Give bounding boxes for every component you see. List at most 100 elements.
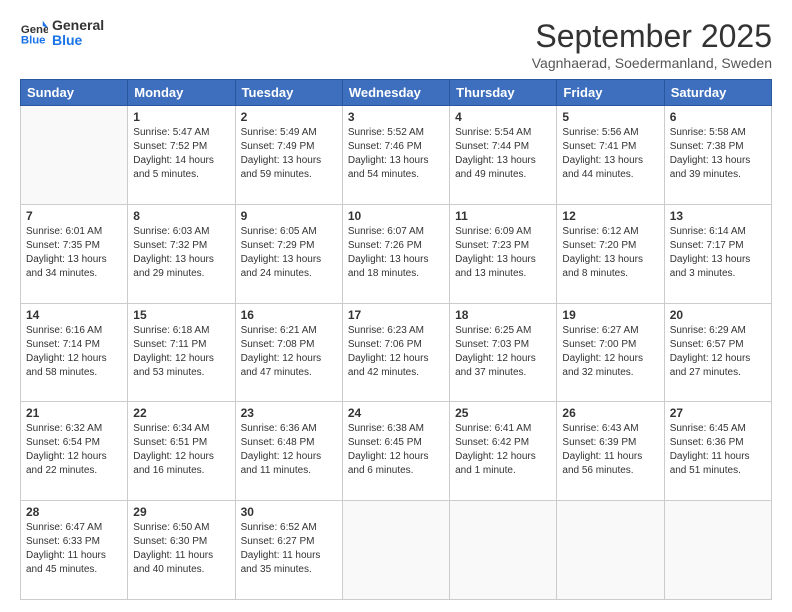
- day-number: 12: [562, 209, 658, 223]
- weekday-header-tuesday: Tuesday: [235, 80, 342, 106]
- day-cell: 11 Sunrise: 6:09 AM Sunset: 7:23 PM Dayli…: [450, 204, 557, 303]
- location: Vagnhaerad, Soedermanland, Sweden: [532, 55, 772, 71]
- weekday-header-sunday: Sunday: [21, 80, 128, 106]
- svg-text:Blue: Blue: [21, 35, 46, 47]
- day-info: Sunrise: 6:03 AM Sunset: 7:32 PM Dayligh…: [133, 225, 229, 281]
- day-info: Sunrise: 6:16 AM Sunset: 7:14 PM Dayligh…: [26, 324, 122, 380]
- day-number: 4: [455, 110, 551, 124]
- day-cell: 19 Sunrise: 6:27 AM Sunset: 7:00 PM Dayli…: [557, 303, 664, 402]
- weekday-header-friday: Friday: [557, 80, 664, 106]
- day-number: 21: [26, 406, 122, 420]
- week-row-1: 1Sunrise: 5:47 AM Sunset: 7:52 PM Daylig…: [21, 106, 772, 205]
- day-info: Sunrise: 6:27 AM Sunset: 7:00 PM Dayligh…: [562, 324, 658, 380]
- day-cell: 22 Sunrise: 6:34 AM Sunset: 6:51 PM Dayli…: [128, 402, 235, 501]
- day-info: Sunrise: 6:32 AM Sunset: 6:54 PM Dayligh…: [26, 422, 122, 478]
- day-cell: 7 Sunrise: 6:01 AM Sunset: 7:35 PM Daylig…: [21, 204, 128, 303]
- day-cell: 10Sunrise: 6:07 AM Sunset: 7:26 PM Dayli…: [342, 204, 449, 303]
- day-cell: 3 Sunrise: 5:52 AM Sunset: 7:46 PM Daylig…: [342, 106, 449, 205]
- day-info: Sunrise: 6:52 AM Sunset: 6:27 PM Dayligh…: [241, 521, 337, 577]
- day-info: Sunrise: 6:47 AM Sunset: 6:33 PM Dayligh…: [26, 521, 122, 577]
- day-cell: 5Sunrise: 5:56 AM Sunset: 7:41 PM Daylig…: [557, 106, 664, 205]
- day-number: 20: [670, 308, 766, 322]
- weekday-header-saturday: Saturday: [664, 80, 771, 106]
- week-row-3: 14 Sunrise: 6:16 AM Sunset: 7:14 PM Dayli…: [21, 303, 772, 402]
- day-info: Sunrise: 6:38 AM Sunset: 6:45 PM Dayligh…: [348, 422, 444, 478]
- day-cell: 9 Sunrise: 6:05 AM Sunset: 7:29 PM Daylig…: [235, 204, 342, 303]
- day-number: 26: [562, 406, 658, 420]
- day-info: Sunrise: 6:01 AM Sunset: 7:35 PM Dayligh…: [26, 225, 122, 281]
- day-info: Sunrise: 5:54 AM Sunset: 7:44 PM Dayligh…: [455, 126, 551, 182]
- day-number: 16: [241, 308, 337, 322]
- weekday-header-thursday: Thursday: [450, 80, 557, 106]
- day-cell: 29Sunrise: 6:50 AM Sunset: 6:30 PM Dayli…: [128, 501, 235, 600]
- day-cell: [342, 501, 449, 600]
- day-info: Sunrise: 5:49 AM Sunset: 7:49 PM Dayligh…: [241, 126, 337, 182]
- day-cell: 25Sunrise: 6:41 AM Sunset: 6:42 PM Dayli…: [450, 402, 557, 501]
- day-cell: [450, 501, 557, 600]
- day-number: 14: [26, 308, 122, 322]
- day-cell: 18Sunrise: 6:25 AM Sunset: 7:03 PM Dayli…: [450, 303, 557, 402]
- day-cell: 30 Sunrise: 6:52 AM Sunset: 6:27 PM Dayli…: [235, 501, 342, 600]
- day-cell: 23Sunrise: 6:36 AM Sunset: 6:48 PM Dayli…: [235, 402, 342, 501]
- calendar-table: SundayMondayTuesdayWednesdayThursdayFrid…: [20, 79, 772, 600]
- day-number: 17: [348, 308, 444, 322]
- day-info: Sunrise: 6:50 AM Sunset: 6:30 PM Dayligh…: [133, 521, 229, 577]
- day-number: 3: [348, 110, 444, 124]
- day-number: 19: [562, 308, 658, 322]
- weekday-header-monday: Monday: [128, 80, 235, 106]
- day-number: 7: [26, 209, 122, 223]
- day-info: Sunrise: 6:07 AM Sunset: 7:26 PM Dayligh…: [348, 225, 444, 281]
- day-cell: 14 Sunrise: 6:16 AM Sunset: 7:14 PM Dayli…: [21, 303, 128, 402]
- day-cell: [21, 106, 128, 205]
- day-cell: [664, 501, 771, 600]
- day-cell: 13Sunrise: 6:14 AM Sunset: 7:17 PM Dayli…: [664, 204, 771, 303]
- day-cell: 1Sunrise: 5:47 AM Sunset: 7:52 PM Daylig…: [128, 106, 235, 205]
- day-cell: 15 Sunrise: 6:18 AM Sunset: 7:11 PM Dayli…: [128, 303, 235, 402]
- day-number: 8: [133, 209, 229, 223]
- day-cell: 6 Sunrise: 5:58 AM Sunset: 7:38 PM Daylig…: [664, 106, 771, 205]
- day-info: Sunrise: 6:36 AM Sunset: 6:48 PM Dayligh…: [241, 422, 337, 478]
- day-number: 22: [133, 406, 229, 420]
- day-cell: 17 Sunrise: 6:23 AM Sunset: 7:06 PM Dayli…: [342, 303, 449, 402]
- day-number: 9: [241, 209, 337, 223]
- day-info: Sunrise: 6:21 AM Sunset: 7:08 PM Dayligh…: [241, 324, 337, 380]
- day-info: Sunrise: 5:58 AM Sunset: 7:38 PM Dayligh…: [670, 126, 766, 182]
- logo-icon: General Blue: [20, 19, 48, 47]
- page: General Blue General Blue September 2025…: [0, 0, 792, 612]
- day-info: Sunrise: 6:12 AM Sunset: 7:20 PM Dayligh…: [562, 225, 658, 281]
- day-number: 1: [133, 110, 229, 124]
- day-info: Sunrise: 6:25 AM Sunset: 7:03 PM Dayligh…: [455, 324, 551, 380]
- day-info: Sunrise: 6:29 AM Sunset: 6:57 PM Dayligh…: [670, 324, 766, 380]
- day-info: Sunrise: 6:09 AM Sunset: 7:23 PM Dayligh…: [455, 225, 551, 281]
- day-cell: 27Sunrise: 6:45 AM Sunset: 6:36 PM Dayli…: [664, 402, 771, 501]
- day-cell: 8 Sunrise: 6:03 AM Sunset: 7:32 PM Daylig…: [128, 204, 235, 303]
- day-number: 15: [133, 308, 229, 322]
- day-cell: 24Sunrise: 6:38 AM Sunset: 6:45 PM Dayli…: [342, 402, 449, 501]
- logo-general: General: [52, 18, 104, 33]
- title-block: September 2025 Vagnhaerad, Soedermanland…: [532, 18, 772, 71]
- day-info: Sunrise: 6:14 AM Sunset: 7:17 PM Dayligh…: [670, 225, 766, 281]
- day-cell: 20 Sunrise: 6:29 AM Sunset: 6:57 PM Dayli…: [664, 303, 771, 402]
- day-cell: 2 Sunrise: 5:49 AM Sunset: 7:49 PM Daylig…: [235, 106, 342, 205]
- day-number: 30: [241, 505, 337, 519]
- day-info: Sunrise: 5:52 AM Sunset: 7:46 PM Dayligh…: [348, 126, 444, 182]
- day-info: Sunrise: 6:45 AM Sunset: 6:36 PM Dayligh…: [670, 422, 766, 478]
- weekday-header-wednesday: Wednesday: [342, 80, 449, 106]
- day-number: 5: [562, 110, 658, 124]
- day-cell: 26 Sunrise: 6:43 AM Sunset: 6:39 PM Dayli…: [557, 402, 664, 501]
- day-number: 2: [241, 110, 337, 124]
- day-cell: 16 Sunrise: 6:21 AM Sunset: 7:08 PM Dayli…: [235, 303, 342, 402]
- day-info: Sunrise: 6:18 AM Sunset: 7:11 PM Dayligh…: [133, 324, 229, 380]
- day-cell: [557, 501, 664, 600]
- day-number: 28: [26, 505, 122, 519]
- logo-blue: Blue: [52, 33, 104, 48]
- week-row-5: 28 Sunrise: 6:47 AM Sunset: 6:33 PM Dayli…: [21, 501, 772, 600]
- day-info: Sunrise: 6:43 AM Sunset: 6:39 PM Dayligh…: [562, 422, 658, 478]
- day-info: Sunrise: 6:34 AM Sunset: 6:51 PM Dayligh…: [133, 422, 229, 478]
- day-cell: 12 Sunrise: 6:12 AM Sunset: 7:20 PM Dayli…: [557, 204, 664, 303]
- day-info: Sunrise: 6:05 AM Sunset: 7:29 PM Dayligh…: [241, 225, 337, 281]
- day-cell: 28 Sunrise: 6:47 AM Sunset: 6:33 PM Dayli…: [21, 501, 128, 600]
- day-number: 6: [670, 110, 766, 124]
- day-info: Sunrise: 6:23 AM Sunset: 7:06 PM Dayligh…: [348, 324, 444, 380]
- day-number: 11: [455, 209, 551, 223]
